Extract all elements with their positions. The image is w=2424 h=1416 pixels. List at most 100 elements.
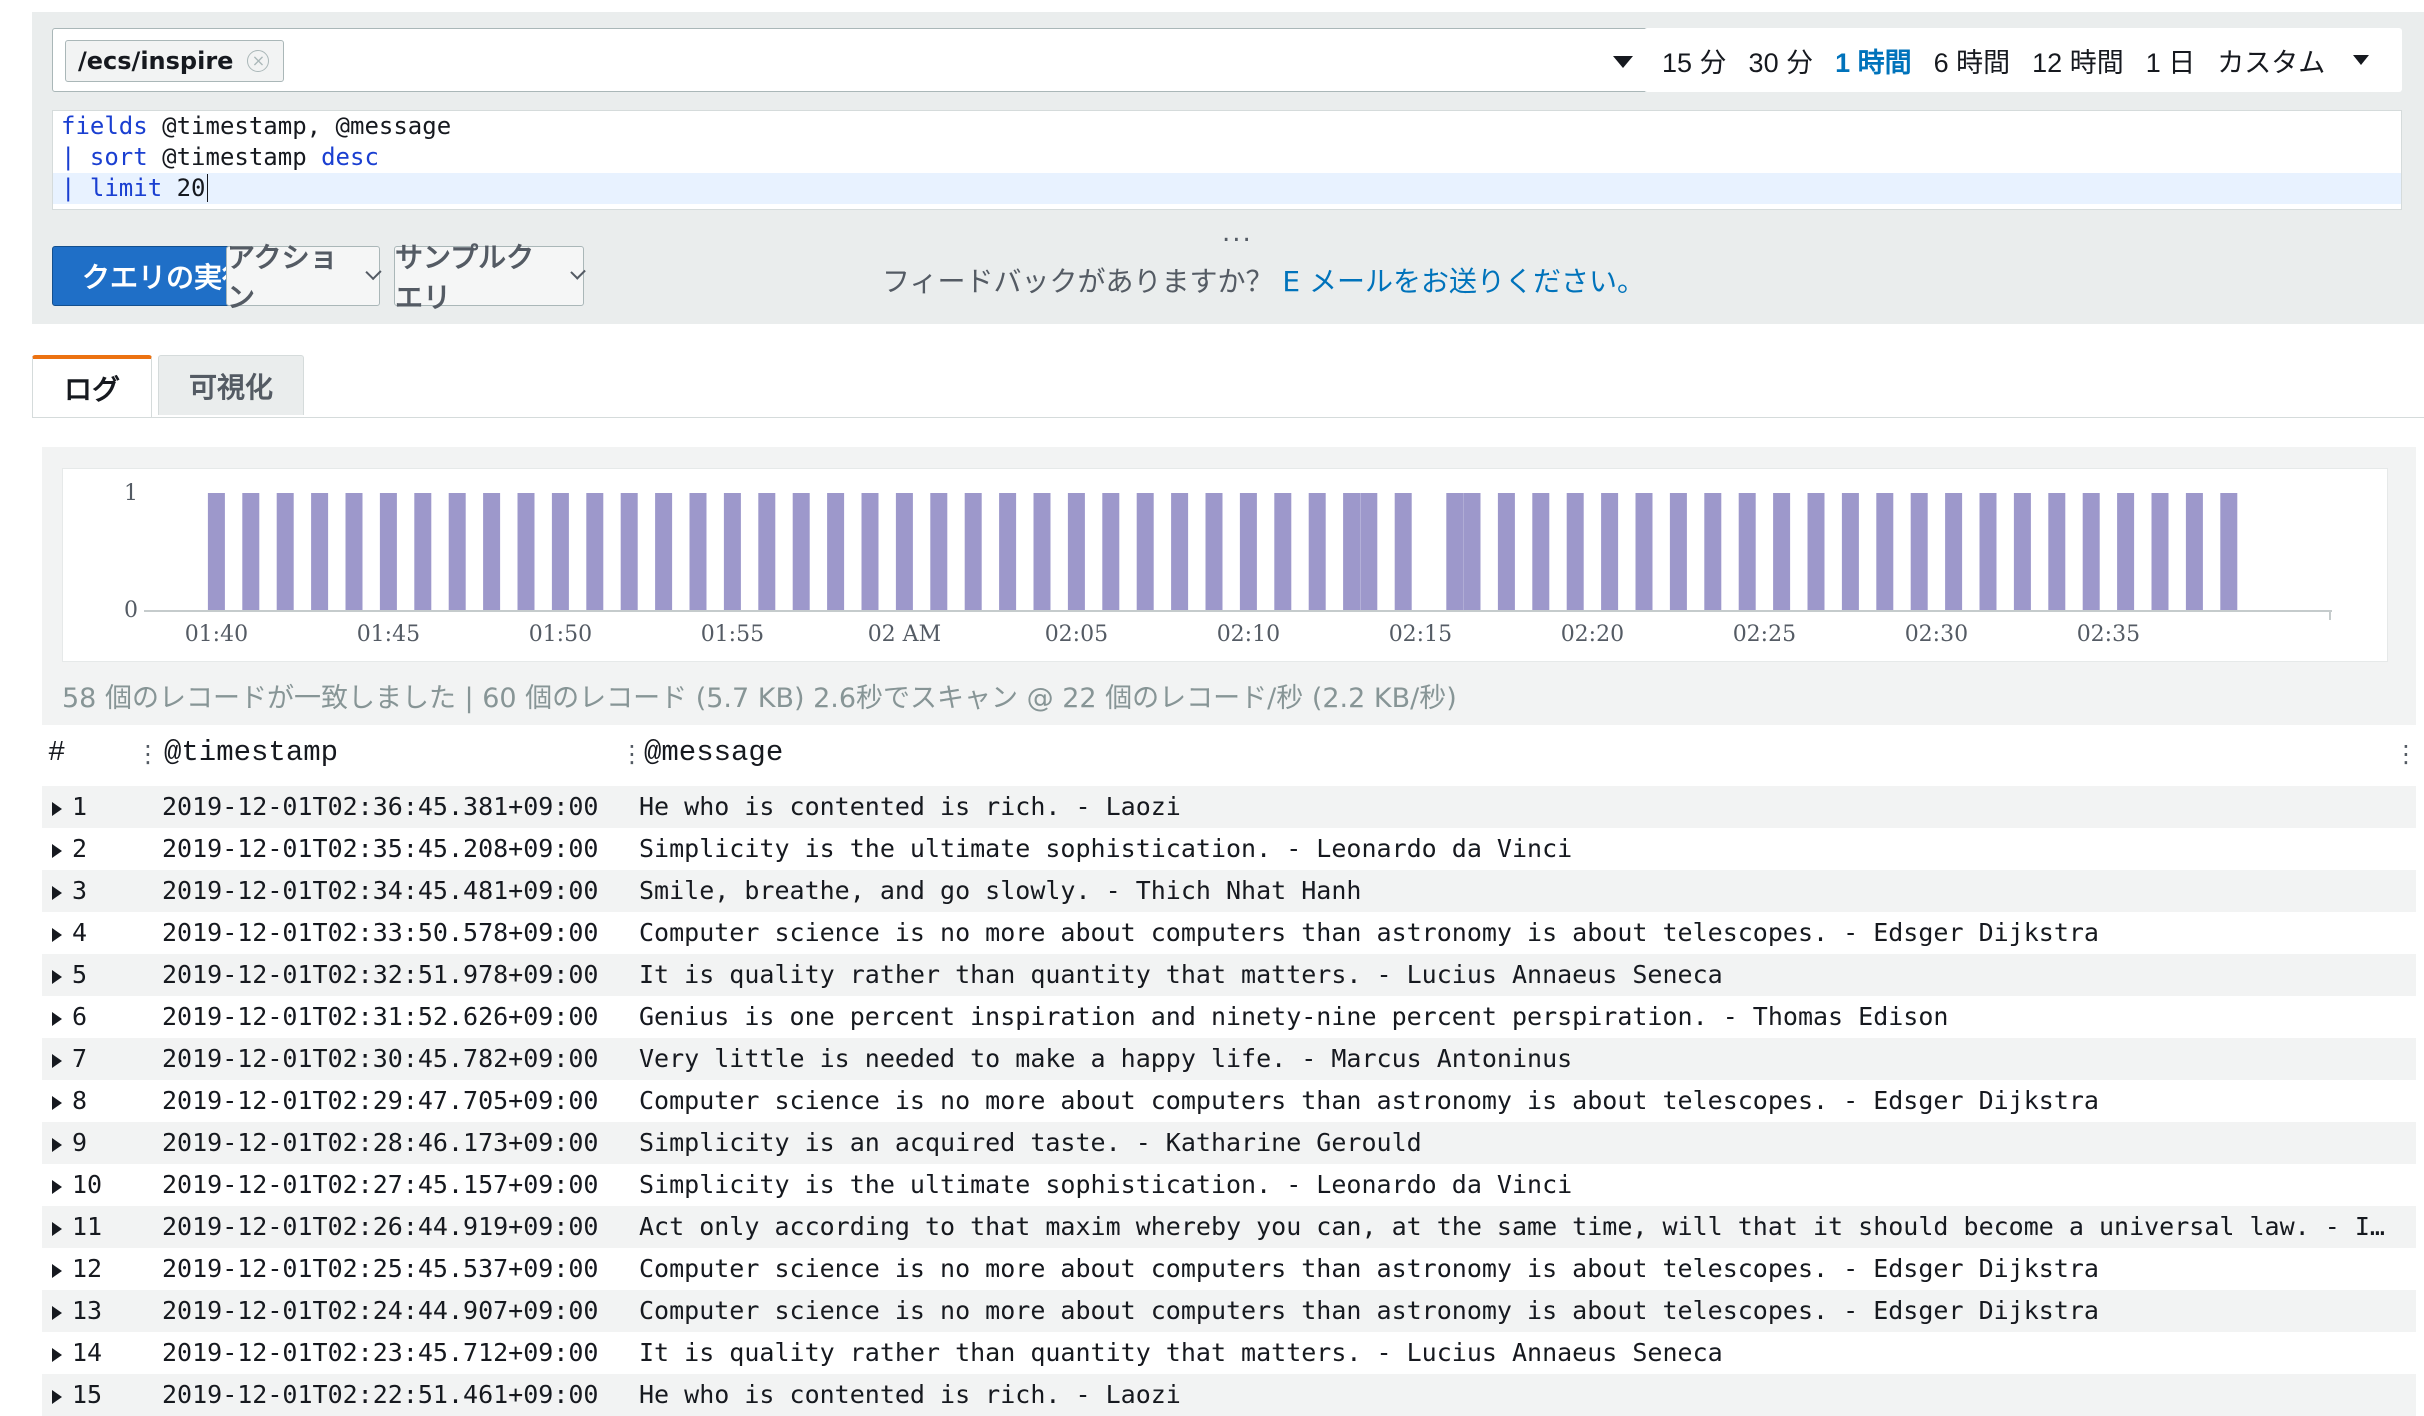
histogram-bar[interactable] [1601,493,1619,610]
editor-resize-handle[interactable]: ... [1222,218,1253,248]
actions-dropdown-button[interactable]: アクション [226,241,382,314]
histogram-bar[interactable] [1497,493,1515,610]
histogram-bar[interactable] [792,493,810,610]
table-row[interactable]: 6 2019-12-01T02:31:52.626+09:00 Genius is … [42,996,2416,1038]
histogram-bar[interactable] [242,493,260,610]
table-row[interactable]: 3 2019-12-01T02:34:45.481+09:00 Smile, bre… [42,870,2416,912]
histogram-bar[interactable] [2082,493,2100,610]
histogram-bar[interactable] [311,493,329,610]
histogram-bar[interactable] [895,493,913,610]
table-row[interactable]: 14 2019-12-01T02:23:45.712+09:00 It is qua… [42,1332,2416,1374]
time-range-option[interactable]: 12 時間 [2032,41,2124,80]
expand-row-icon[interactable] [52,970,62,984]
histogram-bar[interactable] [930,493,948,610]
histogram-bar[interactable] [999,493,1017,610]
histogram-bar[interactable] [1945,493,1963,610]
query-editor[interactable]: fields @timestamp, @message | sort @time… [52,110,2402,210]
histogram-bar[interactable] [1102,493,1120,610]
histogram-bar[interactable] [1669,493,1687,610]
column-resize-handle[interactable]: ⋮ [620,740,644,768]
histogram-bar[interactable] [2220,493,2238,610]
histogram-bar[interactable] [551,493,569,610]
expand-row-icon[interactable] [52,1306,62,1320]
expand-row-icon[interactable] [52,1054,62,1068]
expand-row-icon[interactable] [52,1348,62,1362]
histogram-bar[interactable] [414,493,432,610]
time-range-option[interactable]: 1 日 [2146,41,2196,80]
histogram-bar[interactable] [1532,493,1550,610]
histogram-bar[interactable] [1704,493,1722,610]
histogram-bar[interactable] [1274,493,1292,610]
table-row[interactable]: 8 2019-12-01T02:29:47.705+09:00 Computer s… [42,1080,2416,1122]
histogram-bar[interactable] [2048,493,2066,610]
histogram-bar[interactable] [483,493,501,610]
histogram-bar[interactable] [1635,493,1653,610]
column-resize-handle[interactable]: ⋮ [136,740,160,768]
histogram-bar[interactable] [1205,493,1223,610]
histogram-bar[interactable] [1566,493,1584,610]
log-group-selector[interactable]: /ecs/inspire × [52,28,1652,92]
table-row[interactable]: 2 2019-12-01T02:35:45.208+09:00 Simplicity… [42,828,2416,870]
histogram-bar[interactable] [345,493,363,610]
sample-queries-dropdown-button[interactable]: サンプルクエリ [394,241,586,314]
time-range-option[interactable]: 6 時間 [1934,41,2011,80]
time-range-option[interactable]: 1 時間 [1835,41,1912,80]
histogram-bar[interactable] [1136,493,1154,610]
tab-visualization[interactable]: 可視化 [158,355,304,415]
expand-row-icon[interactable] [52,1264,62,1278]
histogram-bar[interactable] [2151,493,2169,610]
expand-row-icon[interactable] [52,1222,62,1236]
time-range-option[interactable]: 15 分 [1662,41,1727,80]
histogram-bar[interactable] [1446,493,1464,610]
histogram-bar[interactable] [276,493,294,610]
caret-down-icon[interactable] [1613,56,1633,68]
histogram-bar[interactable] [1394,493,1412,610]
column-header-message[interactable]: @message [644,736,783,769]
histogram-bar[interactable] [1067,493,1085,610]
expand-row-icon[interactable] [52,1096,62,1110]
histogram-bar[interactable] [586,493,604,610]
histogram-bar[interactable] [448,493,466,610]
expand-row-icon[interactable] [52,802,62,816]
table-row[interactable]: 10 2019-12-01T02:27:45.157+09:00 Simplicit… [42,1164,2416,1206]
column-menu-icon[interactable]: ⋮ [2394,740,2418,768]
histogram-bar[interactable] [1360,493,1378,610]
caret-down-icon[interactable] [2353,55,2370,65]
column-header-timestamp[interactable]: @timestamp [164,736,338,769]
histogram-bar[interactable] [1308,493,1326,610]
histogram-bar[interactable] [517,493,535,610]
table-row[interactable]: 1 2019-12-01T02:36:45.381+09:00 He who is … [42,786,2416,828]
expand-row-icon[interactable] [52,1390,62,1404]
histogram-bar[interactable] [861,493,879,610]
histogram-bar[interactable] [1171,493,1189,610]
table-row[interactable]: 7 2019-12-01T02:30:45.782+09:00 Very littl… [42,1038,2416,1080]
histogram-bar[interactable] [1910,493,1928,610]
histogram-bar[interactable] [964,493,982,610]
time-range-option[interactable]: 30 分 [1749,41,1814,80]
histogram-bar[interactable] [2117,493,2135,610]
histogram-bar[interactable] [689,493,707,610]
histogram-bar[interactable] [723,493,741,610]
histogram-bar[interactable] [1738,493,1756,610]
histogram-bar[interactable] [1773,493,1791,610]
tab-logs[interactable]: ログ [32,355,152,417]
remove-chip-icon[interactable]: × [247,50,270,72]
table-row[interactable]: 5 2019-12-01T02:32:51.978+09:00 It is qual… [42,954,2416,996]
histogram-bar[interactable] [827,493,845,610]
histogram-bar[interactable] [1979,493,1997,610]
histogram-bar[interactable] [1807,493,1825,610]
expand-row-icon[interactable] [52,1012,62,1026]
table-row[interactable]: 9 2019-12-01T02:28:46.173+09:00 Simplicity… [42,1122,2416,1164]
histogram-bar[interactable] [1876,493,1894,610]
histogram-bar[interactable] [1239,493,1257,610]
table-row[interactable]: 11 2019-12-01T02:26:44.919+09:00 Act only … [42,1206,2416,1248]
table-row[interactable]: 13 2019-12-01T02:24:44.907+09:00 Computer … [42,1290,2416,1332]
histogram-bar[interactable] [620,493,638,610]
feedback-email-link[interactable]: E メールをお送りください。 [1282,265,1645,298]
histogram-bar[interactable] [1463,493,1481,610]
histogram-bar[interactable] [207,493,225,610]
table-row[interactable]: 15 2019-12-01T02:22:51.461+09:00 He who is… [42,1374,2416,1416]
time-range-option[interactable]: カスタム [2217,41,2325,80]
histogram-bar[interactable] [1343,493,1361,610]
table-row[interactable]: 12 2019-12-01T02:25:45.537+09:00 Computer … [42,1248,2416,1290]
